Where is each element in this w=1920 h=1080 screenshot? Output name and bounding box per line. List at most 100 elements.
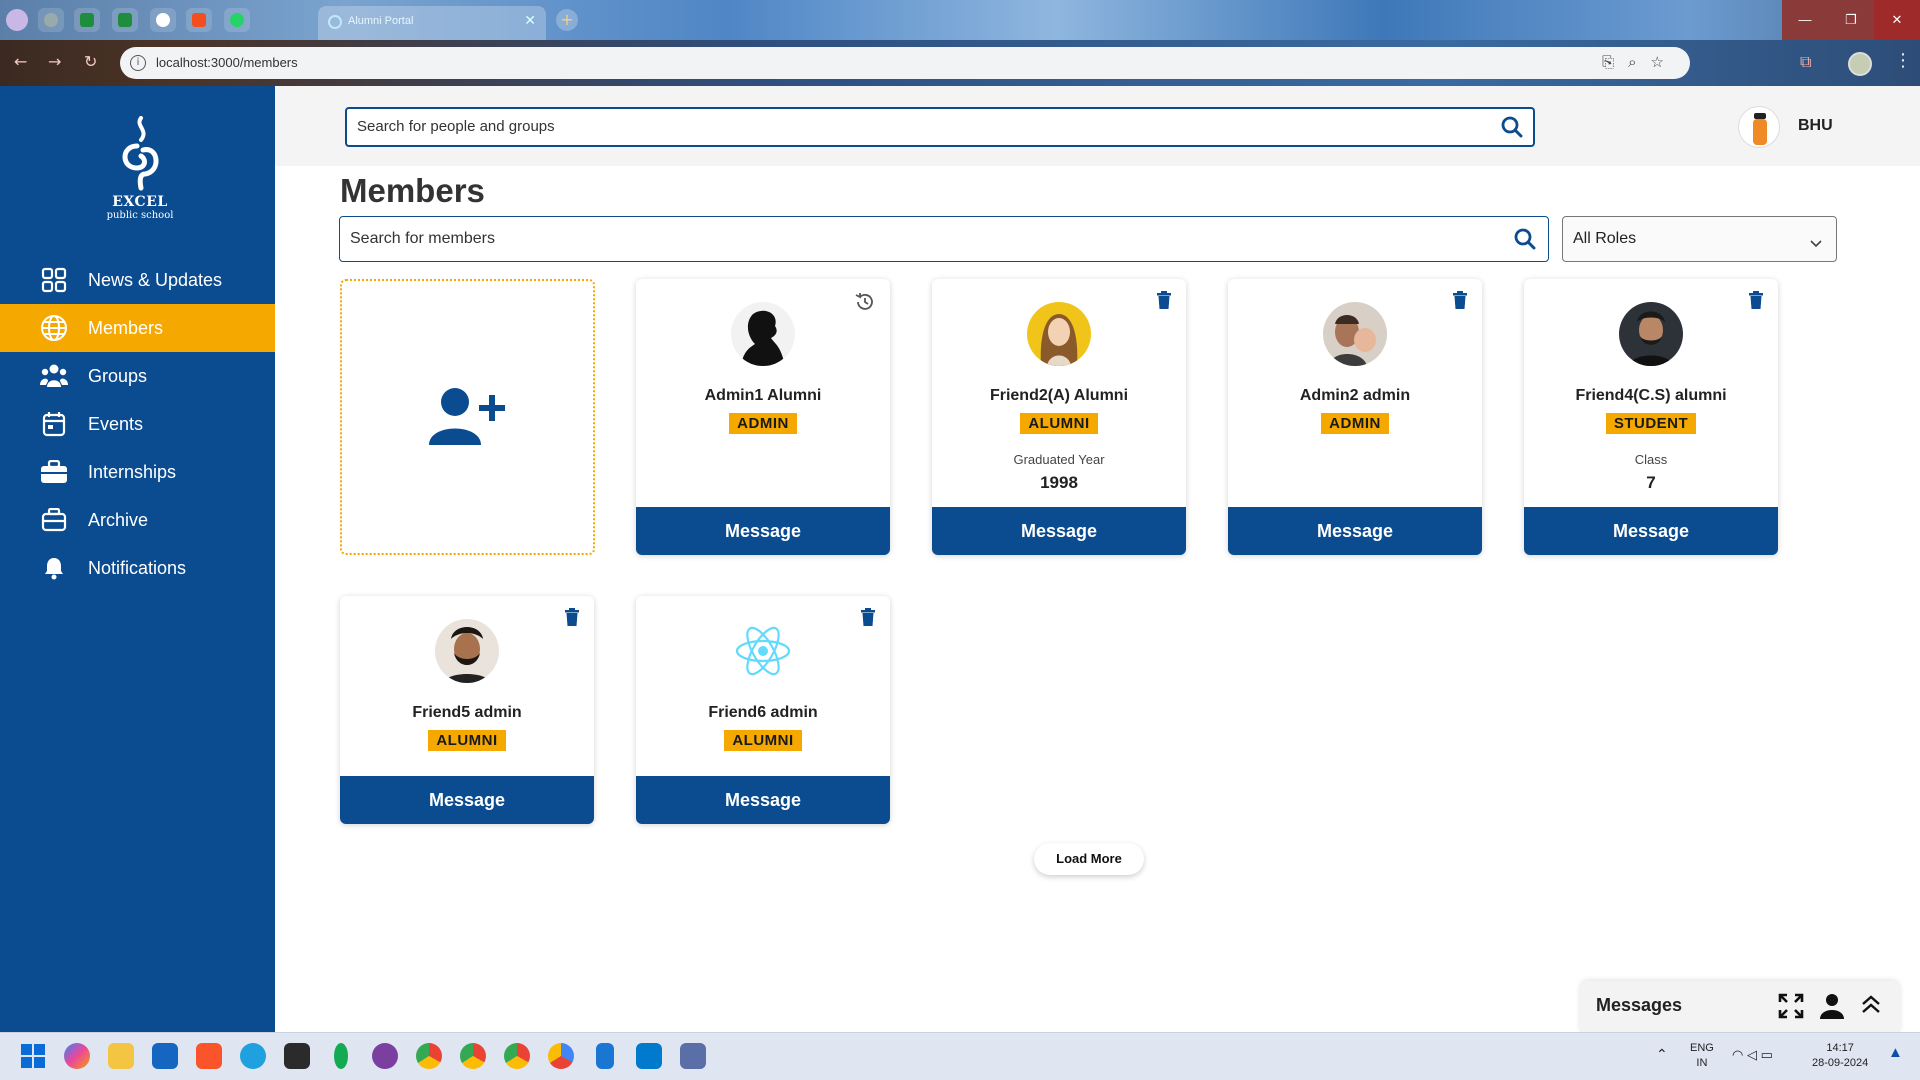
role-badge: STUDENT [1605, 413, 1697, 434]
tab-close-icon[interactable]: ✕ [524, 13, 536, 29]
search-icon[interactable] [1501, 116, 1523, 142]
chrome-profile-4-icon[interactable] [548, 1043, 574, 1069]
search-icon[interactable] [1514, 228, 1536, 254]
clock[interactable]: 14:17 28-09-2024 [1812, 1041, 1868, 1071]
sidebar-item-label: Groups [88, 365, 148, 386]
global-search-placeholder: Search for people and groups [357, 118, 555, 135]
message-button[interactable]: Message [932, 507, 1186, 555]
sidebar-item-internships[interactable]: Internships [0, 448, 275, 496]
tab-alumni-portal[interactable]: Alumni Portal ✕ [318, 6, 546, 40]
add-user-icon [429, 388, 505, 445]
window-maximize-button[interactable]: ❐ [1828, 0, 1874, 40]
message-button[interactable]: Message [636, 507, 890, 555]
forward-arrow-icon[interactable]: → [48, 52, 61, 71]
role-badge: ALUMNI [428, 730, 506, 751]
pinned-tab-whatsapp[interactable] [224, 8, 250, 32]
terminal-icon[interactable] [284, 1043, 310, 1069]
trash-icon[interactable] [564, 608, 580, 630]
pinned-tab-1[interactable] [38, 8, 64, 32]
chrome-profile-3-icon[interactable] [504, 1043, 530, 1069]
new-tab-button[interactable]: + [556, 9, 578, 31]
role-badge: ALUMNI [724, 730, 802, 751]
address-bar[interactable]: i localhost:3000/members ⎘⌕☆ [120, 47, 1690, 79]
sidebar-item-notifications[interactable]: Notifications [0, 544, 275, 592]
pinned-tab-chatgpt[interactable] [150, 8, 176, 32]
mongodb-icon[interactable] [334, 1043, 348, 1069]
user-avatar[interactable] [1738, 106, 1780, 148]
chevron-down-icon [1810, 233, 1822, 252]
add-member-card[interactable] [340, 279, 595, 555]
calendar-icon [40, 410, 68, 438]
clock-date: 28-09-2024 [1812, 1057, 1869, 1069]
history-icon[interactable] [854, 291, 876, 317]
member-name: Admin2 admin [1299, 387, 1411, 404]
trash-icon[interactable] [860, 608, 876, 630]
language-indicator[interactable]: ENG IN [1690, 1041, 1714, 1071]
browser-profile-avatar[interactable] [1848, 52, 1872, 76]
school-logo[interactable]: EXCEL public school [95, 116, 185, 221]
chrome-icon[interactable] [416, 1043, 442, 1069]
avatar [731, 302, 795, 366]
trash-icon[interactable] [1156, 291, 1172, 313]
extensions-icon[interactable]: ⧉ [1800, 52, 1811, 72]
notification-bell-icon[interactable]: ▲ [1888, 1045, 1903, 1060]
message-button[interactable]: Message [1228, 507, 1482, 555]
role-filter-select[interactable]: All Roles [1562, 216, 1837, 262]
message-button[interactable]: Message [340, 776, 594, 824]
load-more-button[interactable]: Load More [1034, 843, 1144, 875]
role-badge: ADMIN [1321, 413, 1389, 434]
member-search-input[interactable]: Search for members [339, 216, 1549, 262]
member-search-placeholder: Search for members [350, 230, 495, 247]
expand-icon[interactable] [1778, 993, 1804, 1023]
sidebar-item-events[interactable]: Events [0, 400, 275, 448]
sidebar-item-news-updates[interactable]: News & Updates [0, 256, 275, 304]
back-arrow-icon[interactable]: ← [14, 52, 27, 71]
browser-menu-icon[interactable]: ⋮ [1894, 50, 1912, 71]
trash-icon[interactable] [1452, 291, 1468, 313]
chevron-up-icon[interactable]: ⌃ [1656, 1047, 1668, 1062]
vscode-icon[interactable] [636, 1043, 662, 1069]
message-button[interactable]: Message [1524, 507, 1778, 555]
sidebar-item-label: Notifications [88, 557, 187, 578]
copilot-icon[interactable] [64, 1043, 90, 1069]
microsoft-store-icon[interactable] [152, 1043, 178, 1069]
tab-search-button[interactable] [6, 9, 28, 31]
user-name[interactable]: BHU [1798, 117, 1833, 135]
messages-dock[interactable]: Messages [1580, 981, 1900, 1032]
os-taskbar: ⌃ ENG IN ◠ ◁ ▭ 14:17 28-09-2024 ▲ [0, 1032, 1920, 1080]
pinned-tab-figma[interactable] [186, 8, 212, 32]
network-app-icon[interactable] [680, 1043, 706, 1069]
address-bar-actions-icon[interactable]: ⎘⌕☆ [1602, 53, 1678, 71]
sidebar-nav: News & Updates Members Groups Events Int… [0, 256, 275, 592]
window-minimize-button[interactable]: — [1782, 0, 1828, 40]
bell-icon [40, 554, 68, 582]
reload-icon[interactable]: ↻ [84, 52, 97, 71]
windows-start-icon[interactable] [20, 1043, 46, 1069]
message-button[interactable]: Message [636, 776, 890, 824]
wifi-volume-battery-icon[interactable]: ◠ ◁ ▭ [1732, 1047, 1773, 1062]
trash-icon[interactable] [1748, 291, 1764, 313]
url-text[interactable]: localhost:3000/members [156, 55, 298, 70]
member-card: Friend4(C.S) alumni STUDENT Class 7 Mess… [1524, 279, 1778, 555]
chevron-up-double-icon[interactable] [1860, 993, 1882, 1019]
window-close-button[interactable]: ✕ [1874, 0, 1920, 40]
podcast-app-icon[interactable] [372, 1043, 398, 1069]
sidebar-item-label: Events [88, 413, 144, 434]
notepad-icon[interactable] [596, 1043, 614, 1069]
global-search-input[interactable]: Search for people and groups [345, 107, 1535, 147]
sidebar-item-groups[interactable]: Groups [0, 352, 275, 400]
pinned-tab-sheets-2[interactable] [112, 8, 138, 32]
graduated-year-label: Graduated Year [1013, 452, 1105, 467]
sidebar-item-archive[interactable]: Archive [0, 496, 275, 544]
brave-browser-icon[interactable] [196, 1043, 222, 1069]
sidebar-item-label: Internships [88, 461, 177, 482]
chrome-profile-2-icon[interactable] [460, 1043, 486, 1069]
edge-browser-icon[interactable] [240, 1043, 266, 1069]
language-line-1: ENG [1690, 1042, 1714, 1054]
file-explorer-icon[interactable] [108, 1043, 134, 1069]
sidebar-item-members[interactable]: Members [0, 304, 275, 352]
messages-title: Messages [1596, 995, 1683, 1015]
pinned-tab-sheets[interactable] [74, 8, 100, 32]
person-icon[interactable] [1820, 993, 1844, 1023]
site-info-icon[interactable]: i [130, 55, 146, 71]
